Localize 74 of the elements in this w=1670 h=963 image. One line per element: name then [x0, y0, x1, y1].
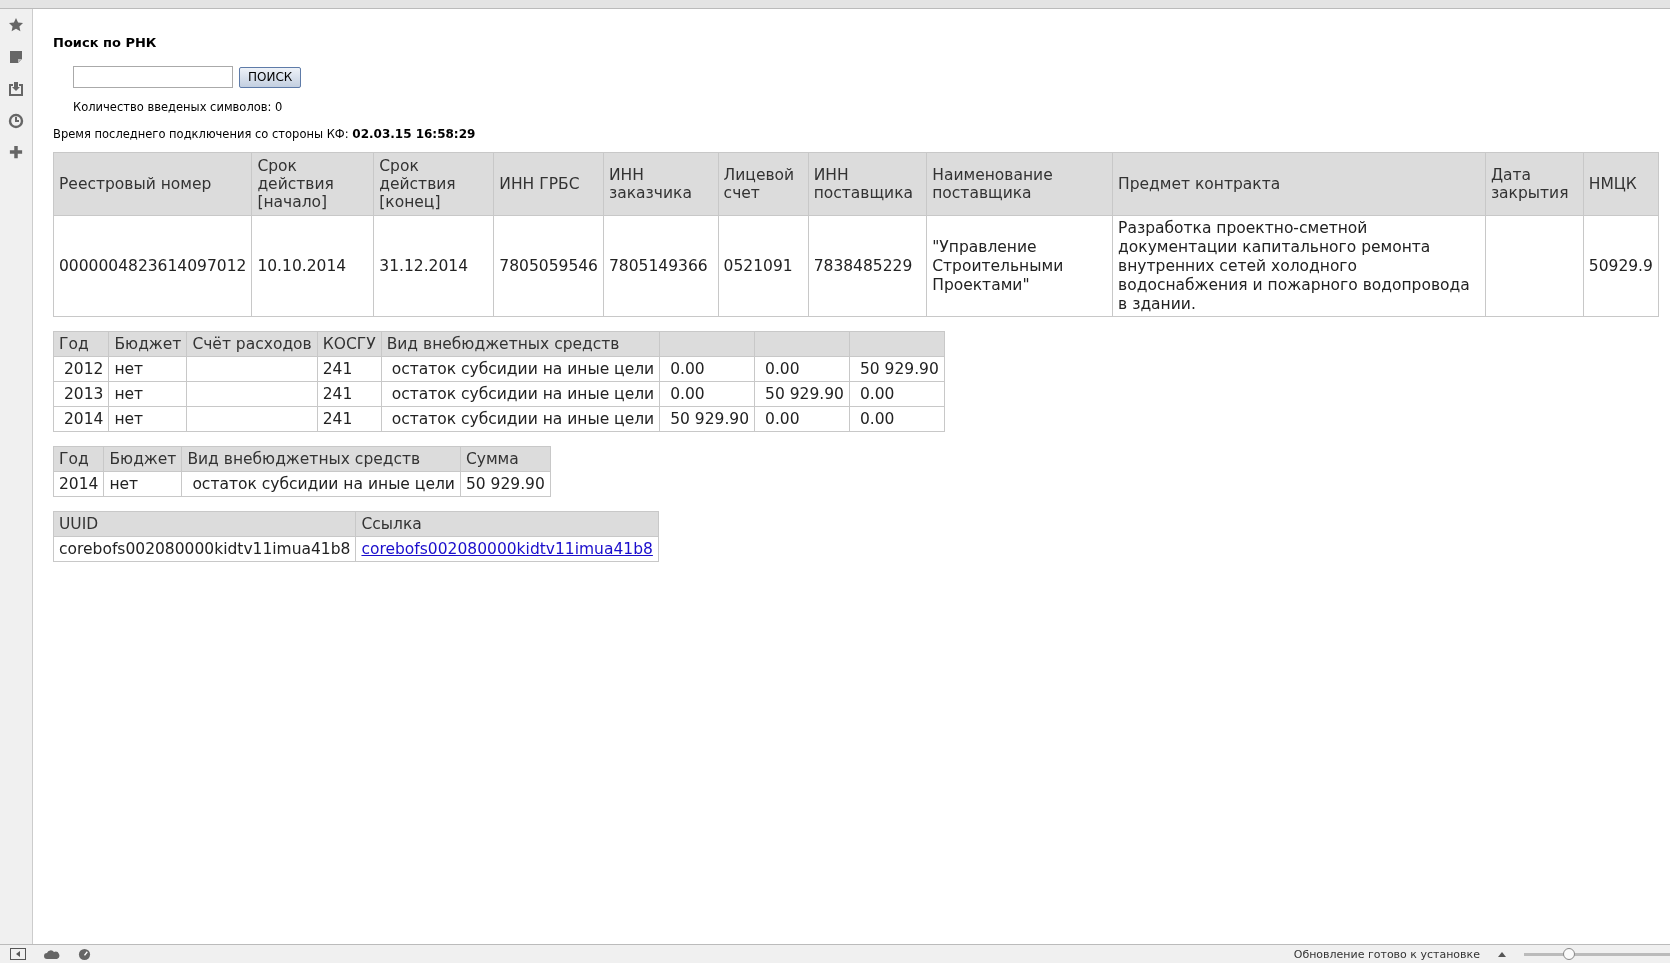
- column-header: Реестровый номер: [53, 152, 252, 216]
- table-cell: 31.12.2014: [373, 215, 494, 317]
- character-counter: Количество введеных символов: 0: [73, 100, 284, 114]
- cloud-icon[interactable]: [44, 949, 60, 959]
- search-button[interactable]: ПОИСК: [239, 66, 302, 88]
- column-header: Год: [53, 331, 109, 357]
- clock-icon[interactable]: [8, 113, 24, 129]
- plus-icon[interactable]: [9, 145, 23, 159]
- table-cell: 241: [317, 356, 382, 382]
- table-cell: 50 929.90: [849, 356, 945, 382]
- table-cell: 50 929.90: [460, 471, 551, 497]
- table-cell: "Управление Строительными Проектами": [926, 215, 1113, 317]
- column-header: Вид внебюджетных средств: [181, 446, 461, 472]
- column-header: Год: [53, 446, 104, 472]
- column-header: ИНН ГРБС: [493, 152, 604, 216]
- table-cell: 50 929.90: [754, 381, 850, 407]
- table-cell: 2012: [53, 356, 109, 382]
- table-cell: 0.00: [659, 381, 755, 407]
- column-header: Срок действия [конец]: [373, 152, 494, 216]
- download-icon[interactable]: [8, 81, 24, 97]
- column-header: Счёт расходов: [186, 331, 318, 357]
- table-cell: corebofs002080000kidtv11imua41b8: [53, 536, 356, 562]
- table-cell: 2014: [53, 406, 109, 432]
- table-cell: 7838485229: [808, 215, 927, 317]
- table-cell: 0.00: [754, 356, 850, 382]
- column-header: Наименование поставщика: [926, 152, 1113, 216]
- table-cell: 50 929.90: [659, 406, 755, 432]
- column-header: Дата закрытия: [1485, 152, 1584, 216]
- speedometer-icon[interactable]: [78, 947, 91, 961]
- table-cell: 50929.9: [1583, 215, 1659, 317]
- column-header: Бюджет: [103, 446, 182, 472]
- connection-label: Время последнего подключения со стороны КФ:: [53, 127, 349, 141]
- table-cell: 0.00: [659, 356, 755, 382]
- table-cell: остаток субсидии на иные цели: [381, 381, 660, 407]
- column-header: Лицевой счет: [718, 152, 809, 216]
- column-header: UUID: [53, 511, 356, 537]
- table-cell: 241: [317, 381, 382, 407]
- caret-up-icon[interactable]: [1498, 951, 1506, 957]
- panel-toggle-icon[interactable]: [10, 948, 26, 960]
- column-header: КОСГУ: [317, 331, 382, 357]
- table-cell: остаток субсидии на иные цели: [181, 471, 461, 497]
- column-header: Предмет контракта: [1112, 152, 1486, 216]
- table-cell: остаток субсидии на иные цели: [381, 356, 660, 382]
- column-header: НМЦК: [1583, 152, 1659, 216]
- table-cell: 2014: [53, 471, 104, 497]
- column-header: Срок действия [начало]: [251, 152, 374, 216]
- table-cell: 0.00: [754, 406, 850, 432]
- table-cell: 0000004823614097012: [53, 215, 252, 317]
- column-header: ИНН поставщика: [808, 152, 927, 216]
- star-icon[interactable]: [8, 17, 24, 33]
- table-cell: 7805059546: [493, 215, 604, 317]
- table-cell: 241: [317, 406, 382, 432]
- table-cell: нет: [108, 406, 187, 432]
- table-cell: 0.00: [849, 381, 945, 407]
- update-status: Обновление готово к установке: [1293, 947, 1480, 961]
- column-header: Бюджет: [108, 331, 187, 357]
- connection-time: 02.03.15 16:58:29: [352, 127, 476, 141]
- column-header: ИНН заказчика: [603, 152, 719, 216]
- search-field[interactable]: [73, 66, 233, 88]
- table-cell: 0521091: [718, 215, 809, 317]
- table-cell: 7805149366: [603, 215, 719, 317]
- column-header: Ссылка: [355, 511, 659, 537]
- column-header: Сумма: [460, 446, 551, 472]
- table-cell: остаток субсидии на иные цели: [381, 406, 660, 432]
- table-cell: 2013: [53, 381, 109, 407]
- table-cell: нет: [103, 471, 182, 497]
- table-cell: нет: [108, 381, 187, 407]
- column-header: Вид внебюджетных средств: [381, 331, 660, 357]
- table-cell: Разработка проектно-сметной документации капитального ремонта внутренних сетей холодного водоснабжения и пожарного водопровода в здании.: [1112, 215, 1486, 317]
- note-icon[interactable]: [8, 49, 24, 65]
- table-cell: 10.10.2014: [251, 215, 374, 317]
- search-title: Поиск по РНК: [53, 35, 158, 50]
- table-cell: нет: [108, 356, 187, 382]
- table-cell: 0.00: [849, 406, 945, 432]
